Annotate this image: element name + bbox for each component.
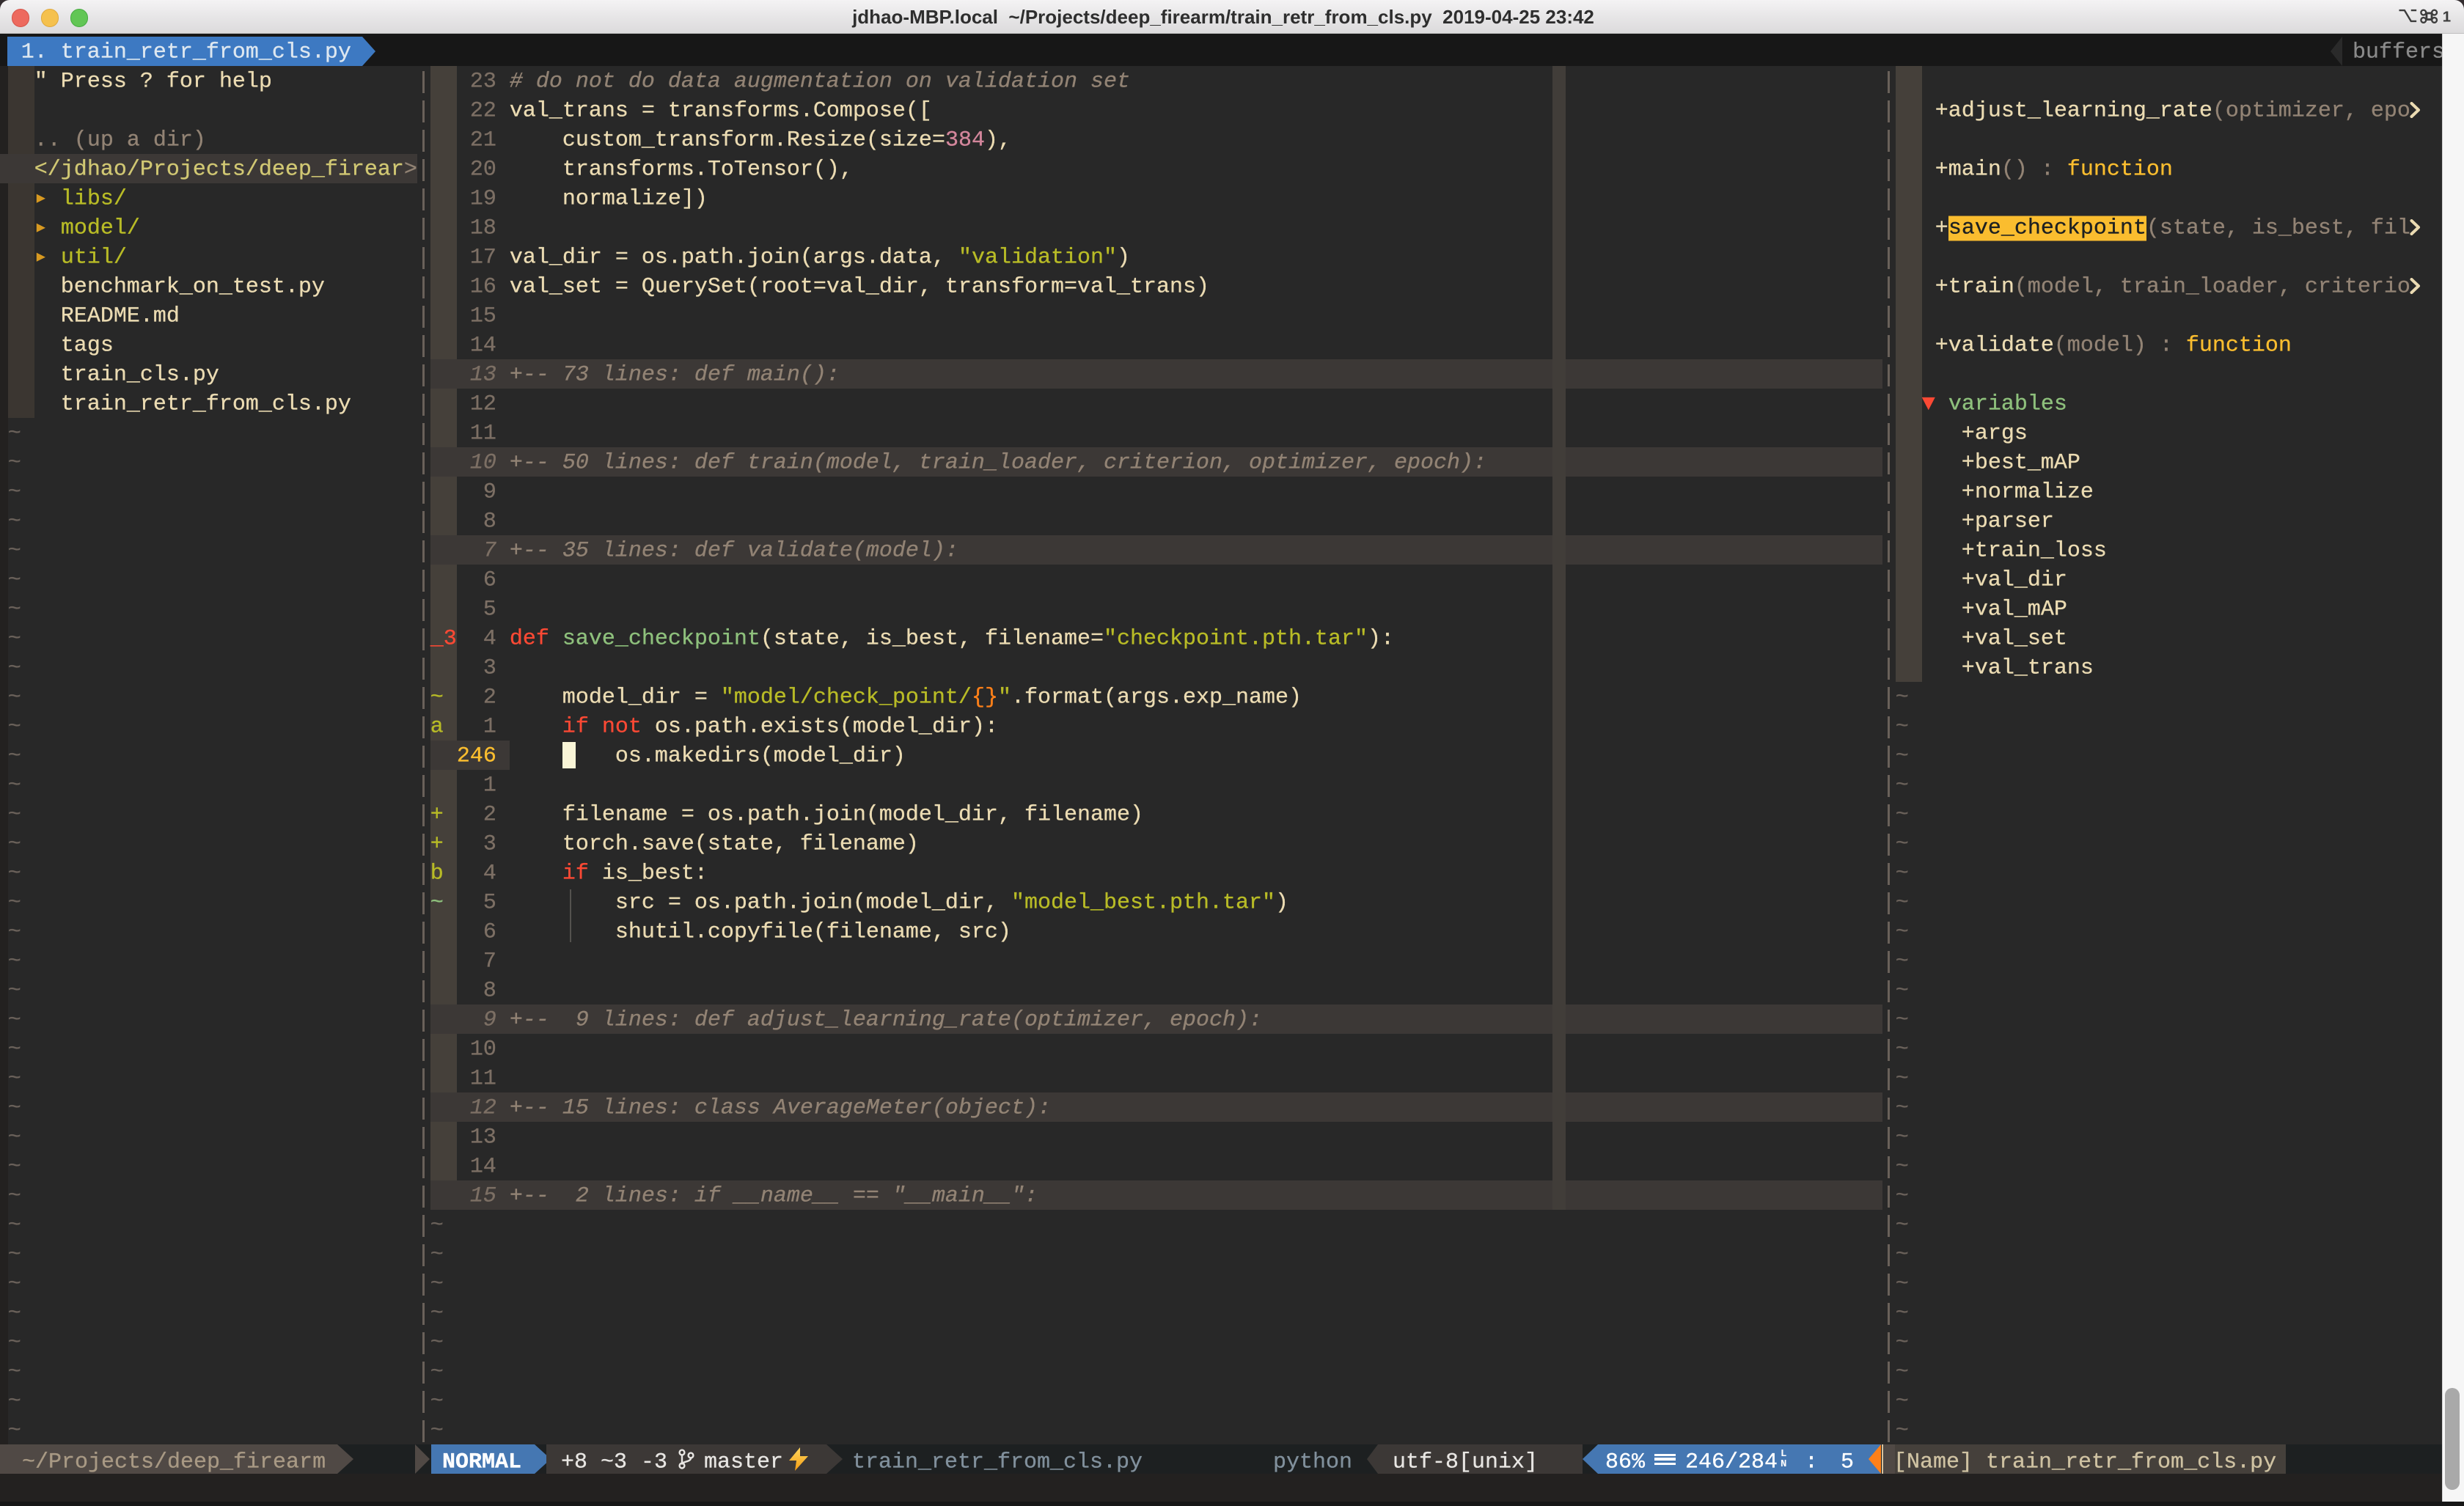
svg-text:1: 1 xyxy=(2443,9,2452,23)
